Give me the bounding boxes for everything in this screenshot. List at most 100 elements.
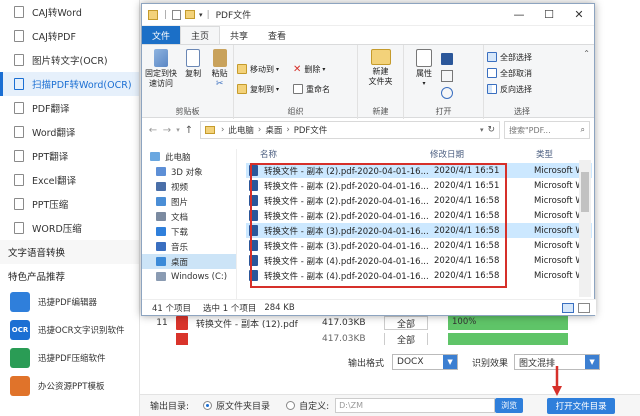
pages-select[interactable]: 全部 xyxy=(384,316,428,330)
featured-product-item[interactable]: 迅捷PDF压缩软件 xyxy=(0,344,139,372)
output-path-input[interactable]: D:\ZM xyxy=(335,398,496,413)
select-none-icon xyxy=(487,68,497,78)
open-with-icon[interactable] xyxy=(441,53,453,65)
nav-item[interactable]: 视频 xyxy=(142,179,236,194)
nav-item[interactable]: 桌面 xyxy=(142,254,236,269)
output-format-select[interactable]: DOCX ▼ xyxy=(392,354,459,370)
move-to-icon xyxy=(237,64,247,74)
ribbon-group-select: 全部选择 全部取消 反向选择 选择 xyxy=(484,45,560,119)
back-arrow-icon[interactable]: ← xyxy=(146,125,160,136)
sidebar-item[interactable]: 扫描PDF转Word(OCR) xyxy=(0,72,139,96)
sidebar-item[interactable]: Word翻译 xyxy=(0,120,139,144)
document-icon xyxy=(14,150,24,162)
column-headers: 名称 修改日期 类型 xyxy=(246,145,592,163)
chevron-down-icon[interactable]: ▾ xyxy=(174,126,182,134)
close-button[interactable]: ✕ xyxy=(564,4,594,26)
column-type[interactable]: 类型 xyxy=(534,148,553,160)
column-modified[interactable]: 修改日期 xyxy=(428,148,534,160)
browse-button[interactable]: 浏览 xyxy=(495,398,524,413)
breadcrumb-pdf-folder[interactable]: PDF文件 xyxy=(294,124,328,136)
tab-share[interactable]: 共享 xyxy=(220,26,258,44)
table-row[interactable]: 417.03KB 全部 xyxy=(140,333,640,345)
open-directory-button[interactable]: 打开文件目录 xyxy=(547,397,616,414)
sidebar-item[interactable]: WORD压缩 xyxy=(0,216,139,240)
forward-arrow-icon[interactable]: → xyxy=(160,125,174,136)
minimize-button[interactable]: — xyxy=(504,4,534,26)
featured-product-item[interactable]: 迅捷PDF编辑器 xyxy=(0,288,139,316)
nav-item[interactable]: 3D 对象 xyxy=(142,164,236,179)
computer-icon xyxy=(150,152,160,161)
select-all-icon xyxy=(487,52,497,62)
document-icon xyxy=(14,222,24,234)
properties-icon xyxy=(416,49,432,67)
copy-icon xyxy=(186,49,201,67)
radio-custom-folder[interactable] xyxy=(286,401,296,410)
nav-item[interactable]: Windows (C:) xyxy=(142,269,236,284)
video-icon xyxy=(156,182,166,191)
delete-button[interactable]: ✕ 删除 ▾ xyxy=(293,61,353,77)
ribbon-tabs: 文件 主页 共享 查看 xyxy=(142,26,594,44)
chevron-down-icon: ▼ xyxy=(585,355,600,369)
status-bar: 41 个项目 选中 1 个项目 284 KB xyxy=(142,299,596,315)
select-all-button[interactable]: 全部选择 xyxy=(487,49,557,65)
breadcrumb-this-pc[interactable]: 此电脑 xyxy=(228,124,254,136)
search-input[interactable]: 搜索"PDF... ⌕ xyxy=(504,121,590,139)
copy-to-button[interactable]: 复制到 ▾ xyxy=(237,81,293,97)
invert-selection-button[interactable]: 反向选择 xyxy=(487,81,557,97)
sidebar-item[interactable]: CAJ转PDF xyxy=(0,24,139,48)
address-bar[interactable]: › 此电脑 › 桌面 › PDF文件 ▾ ↻ xyxy=(200,121,500,139)
ribbon: 固定到快 速访问 复制 粘贴 ✂ 剪贴板 移动到 ▾ 复制到 ▾ ✕ 删除 ▾ … xyxy=(142,44,594,119)
sidebar-item[interactable]: PDF翻译 xyxy=(0,96,139,120)
desktop-icon xyxy=(156,257,166,266)
new-folder-icon xyxy=(370,49,391,65)
up-arrow-icon[interactable]: ↑ xyxy=(182,125,196,136)
featured-product-item[interactable]: 办公资源PPT模板 xyxy=(0,372,139,400)
nav-item[interactable]: 音乐 xyxy=(142,239,236,254)
nav-item[interactable]: 此电脑 xyxy=(142,149,236,164)
document-icon xyxy=(14,54,24,66)
sidebar-item[interactable]: Excel翻译 xyxy=(0,168,139,192)
details-view-icon[interactable] xyxy=(562,302,574,313)
ribbon-group-clipboard: 固定到快 速访问 复制 粘贴 ✂ 剪贴板 xyxy=(142,45,234,119)
product-icon xyxy=(10,348,30,368)
rename-button[interactable]: 重命名 xyxy=(293,81,353,97)
move-to-button[interactable]: 移动到 ▾ xyxy=(237,61,293,77)
chevron-down-icon: ▼ xyxy=(443,355,458,369)
sidebar-item[interactable]: PPT压缩 xyxy=(0,192,139,216)
nav-item[interactable]: 下载 xyxy=(142,224,236,239)
sidebar-item[interactable]: CAJ转Word xyxy=(0,0,139,24)
maximize-button[interactable]: ☐ xyxy=(534,4,564,26)
nav-item[interactable]: 文档 xyxy=(142,209,236,224)
sidebar-item[interactable]: 图片转文字(OCR) xyxy=(0,48,139,72)
sidebar-section-featured: 特色产品推荐 xyxy=(0,264,139,288)
document-icon xyxy=(14,126,24,138)
select-none-button[interactable]: 全部取消 xyxy=(487,65,557,81)
cube-icon xyxy=(156,167,166,176)
sidebar-item[interactable]: PPT翻译 xyxy=(0,144,139,168)
nav-item[interactable]: 图片 xyxy=(142,194,236,209)
chevron-up-icon[interactable]: ⌃ xyxy=(583,49,590,58)
picture-icon xyxy=(156,197,166,206)
radio-original-folder[interactable] xyxy=(203,401,213,410)
scrollbar[interactable] xyxy=(579,160,591,297)
properties-quick-icon[interactable] xyxy=(172,9,182,20)
product-icon xyxy=(10,292,30,312)
document-icon xyxy=(14,198,24,210)
chevron-down-icon[interactable]: ▾ xyxy=(480,126,484,134)
breadcrumb-desktop[interactable]: 桌面 xyxy=(265,124,282,136)
ribbon-group-organize: 移动到 ▾ 复制到 ▾ ✕ 删除 ▾ 重命名 组织 xyxy=(234,45,358,119)
refresh-icon[interactable]: ↻ xyxy=(487,125,495,135)
document-icon xyxy=(156,212,166,221)
large-icons-view-icon[interactable] xyxy=(578,302,590,313)
tab-file[interactable]: 文件 xyxy=(142,26,181,44)
edit-icon[interactable] xyxy=(441,70,453,82)
sidebar-section-speech[interactable]: 文字语音转换 xyxy=(0,240,139,264)
history-icon[interactable] xyxy=(441,87,453,99)
tab-home[interactable]: 主页 xyxy=(180,26,221,44)
tab-view[interactable]: 查看 xyxy=(258,26,296,44)
cut-icon[interactable]: ✂ xyxy=(216,79,224,89)
new-folder-quick-icon[interactable] xyxy=(185,10,196,19)
column-name[interactable]: 名称 xyxy=(246,148,428,160)
chevron-down-icon[interactable]: ▾ xyxy=(199,11,203,19)
featured-product-item[interactable]: OCR 迅捷OCR文字识别软件 xyxy=(0,316,139,344)
